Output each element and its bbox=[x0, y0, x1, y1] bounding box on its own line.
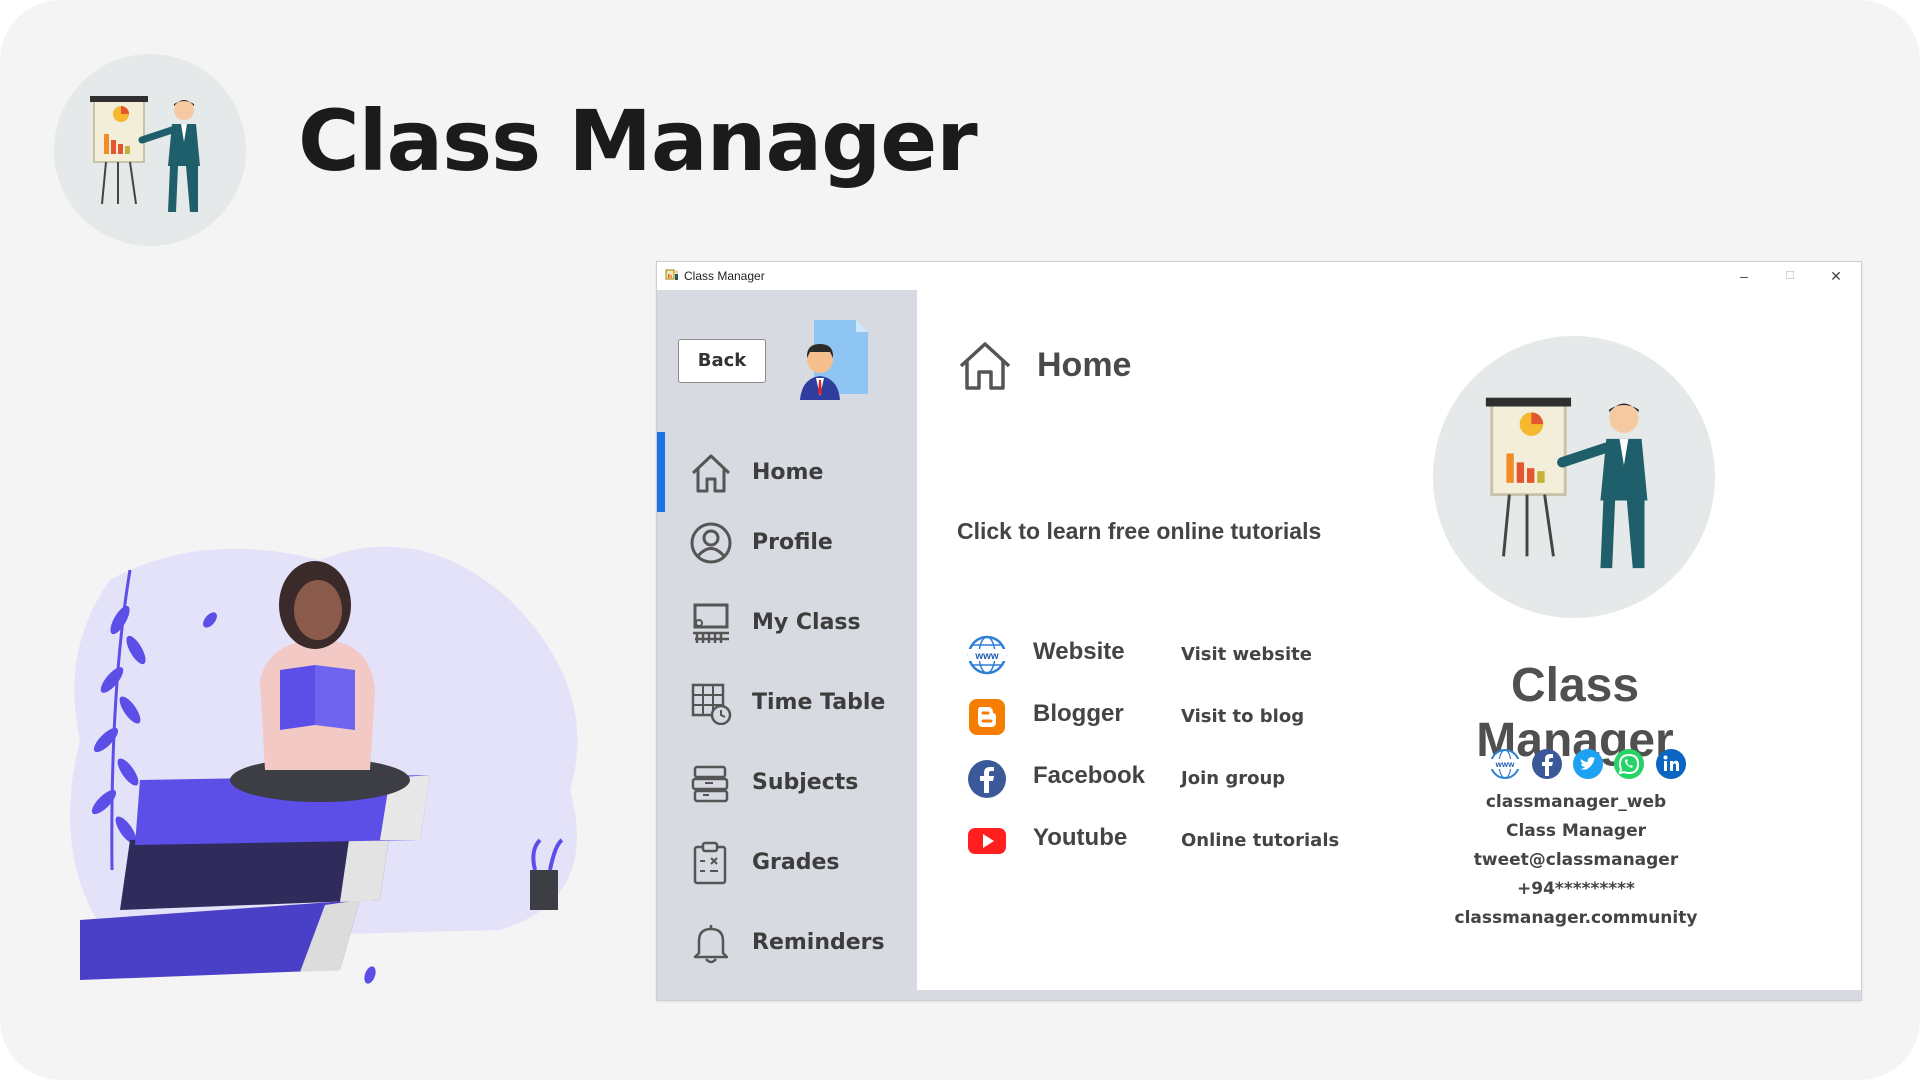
facebook-icon bbox=[968, 760, 1006, 798]
link-action[interactable]: Visit to blog bbox=[1181, 706, 1304, 727]
classroom-icon bbox=[693, 603, 729, 643]
sidebar-item-profile[interactable]: Profile bbox=[657, 513, 917, 573]
sidebar-item-label: Subjects bbox=[752, 770, 859, 795]
hero-title: Class Manager bbox=[298, 92, 978, 190]
sidebar-item-label: My Class bbox=[752, 610, 861, 635]
twitter-icon[interactable] bbox=[1572, 748, 1604, 780]
youtube-icon bbox=[968, 828, 1006, 854]
link-facebook[interactable]: Facebook Join group bbox=[967, 755, 1387, 801]
link-blogger[interactable]: Blogger Visit to blog bbox=[967, 693, 1387, 739]
timetable-icon bbox=[691, 683, 732, 725]
bottom-strip bbox=[917, 990, 1861, 1000]
globe-icon: www bbox=[967, 635, 1007, 675]
link-website[interactable]: www Website Visit website bbox=[967, 631, 1387, 677]
close-button[interactable]: ✕ bbox=[1813, 264, 1859, 288]
linkedin-icon[interactable] bbox=[1655, 748, 1687, 780]
app-window: Class Manager – ☐ ✕ Back Home Profile My… bbox=[656, 261, 1862, 1001]
sidebar-item-label: Reminders bbox=[752, 930, 885, 955]
presenter-logo-icon bbox=[1433, 336, 1715, 618]
link-name: Youtube bbox=[1033, 824, 1128, 851]
bell-icon bbox=[693, 925, 729, 964]
social-icons: www bbox=[1489, 748, 1689, 782]
blogger-icon bbox=[969, 699, 1005, 735]
title-bar: Class Manager – ☐ ✕ bbox=[657, 262, 1861, 290]
whatsapp-icon[interactable] bbox=[1613, 748, 1645, 780]
svg-text:www: www bbox=[1495, 760, 1515, 769]
link-name: Blogger bbox=[1033, 700, 1124, 727]
window-title: Class Manager bbox=[684, 269, 765, 283]
profile-icon bbox=[690, 522, 732, 564]
user-avatar-icon[interactable] bbox=[794, 316, 874, 400]
books-icon bbox=[691, 765, 729, 803]
link-youtube[interactable]: Youtube Online tutorials bbox=[967, 817, 1387, 863]
link-name: Website bbox=[1033, 638, 1125, 665]
sidebar-item-my-class[interactable]: My Class bbox=[657, 593, 917, 653]
reading-woman-illustration bbox=[70, 546, 578, 984]
contact-facebook: Class Manager bbox=[1506, 821, 1646, 841]
contact-community: classmanager.community bbox=[1454, 908, 1698, 928]
contact-website: classmanager_web bbox=[1485, 792, 1667, 812]
contact-phone: +94********* bbox=[1517, 879, 1635, 899]
link-action[interactable]: Join group bbox=[1181, 768, 1285, 789]
presenter-logo-icon bbox=[54, 54, 246, 246]
back-button[interactable]: Back bbox=[678, 339, 766, 383]
link-action[interactable]: Visit website bbox=[1181, 644, 1312, 665]
www-icon[interactable]: www bbox=[1489, 748, 1521, 780]
home-icon bbox=[691, 454, 731, 493]
hero-card: Class Manager Class Manager – ☐ ✕ Back H… bbox=[0, 0, 1920, 1080]
sidebar-item-label: Profile bbox=[752, 530, 833, 555]
sidebar-item-time-table[interactable]: Time Table bbox=[657, 673, 917, 733]
link-action[interactable]: Online tutorials bbox=[1181, 830, 1339, 851]
page-title: Home bbox=[1037, 346, 1132, 384]
app-logo-icon bbox=[665, 269, 679, 280]
contact-twitter: tweet@classmanager bbox=[1473, 850, 1679, 870]
sidebar-item-label: Home bbox=[752, 460, 824, 485]
minimize-button[interactable]: – bbox=[1721, 264, 1767, 288]
sidebar-item-label: Time Table bbox=[752, 690, 886, 715]
svg-text:www: www bbox=[974, 651, 999, 662]
link-name: Facebook bbox=[1033, 762, 1146, 789]
sidebar-item-label: Grades bbox=[752, 850, 840, 875]
sidebar: Back Home Profile My Class Time Table Su… bbox=[657, 290, 917, 1000]
clipboard-icon bbox=[693, 841, 727, 885]
sidebar-item-reminders[interactable]: Reminders bbox=[657, 913, 917, 973]
home-icon bbox=[959, 342, 1011, 390]
tutorial-prompt: Click to learn free online tutorials bbox=[957, 518, 1322, 544]
facebook-icon[interactable] bbox=[1531, 748, 1563, 780]
sidebar-item-grades[interactable]: Grades bbox=[657, 833, 917, 893]
sidebar-item-home[interactable]: Home bbox=[657, 443, 917, 503]
sidebar-item-subjects[interactable]: Subjects bbox=[657, 753, 917, 813]
maximize-button[interactable]: ☐ bbox=[1767, 264, 1813, 288]
